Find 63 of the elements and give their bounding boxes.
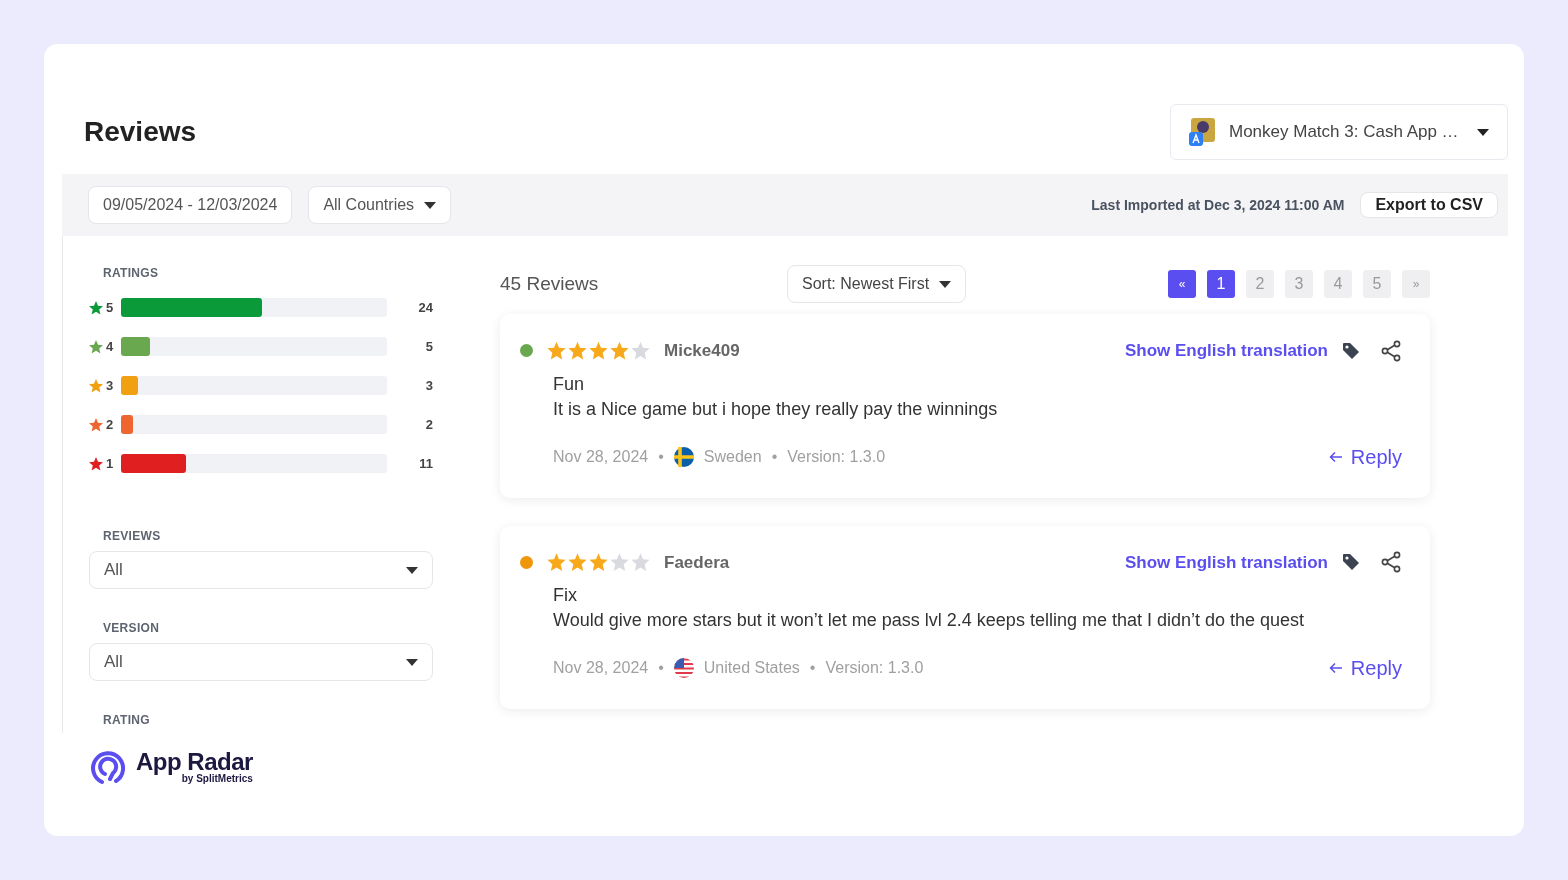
separator-dot: • <box>658 446 664 467</box>
caret-icon <box>406 566 418 574</box>
brand-name: App Radar <box>136 750 253 774</box>
rating-count: 24 <box>417 298 433 317</box>
review-title: Fix <box>553 584 578 607</box>
export-csv-button[interactable]: Export to CSV <box>1360 192 1498 218</box>
caret-icon <box>406 658 418 666</box>
tag-icon <box>1342 553 1360 572</box>
caret-icon <box>1477 128 1489 136</box>
country-dropdown[interactable]: All Countries <box>308 186 452 224</box>
app-icon <box>1189 118 1215 146</box>
rating-count: 5 <box>424 337 433 356</box>
flag-icon <box>673 658 694 678</box>
filter-label: REVIEWS <box>102 528 162 545</box>
filter-dropdown[interactable]: All <box>89 551 433 589</box>
arrow-left-icon <box>1328 450 1343 463</box>
sort-dropdown[interactable]: Sort: Newest First <box>787 265 967 303</box>
app-version: Version: 1.3.0 <box>825 658 924 678</box>
separator-dot: • <box>658 658 664 678</box>
brand-byline: by SplitMetrics <box>181 774 253 784</box>
date-range-field[interactable]: 09/05/2024 - 12/03/2024 <box>88 186 293 224</box>
section-label: RATINGS <box>102 265 160 282</box>
rating-label: 1 <box>106 454 114 473</box>
filter-label: RATING <box>102 712 151 729</box>
review-country: Sweden <box>703 446 762 467</box>
arrow-left-icon <box>1328 662 1343 674</box>
rating-label: 2 <box>106 415 114 434</box>
filter-label: VERSION <box>102 620 161 637</box>
flag-icon <box>673 446 694 467</box>
review-text: Would give more stars but it won’t let me pass lvl 2.4 keeps telling me that I didn’t do the quest <box>553 609 1306 632</box>
page-title: Reviews <box>84 115 197 149</box>
rating-count: 11 <box>418 454 433 473</box>
translation-link[interactable]: Show English translation <box>1124 549 1328 575</box>
rating-count: 2 <box>424 415 433 434</box>
page-nav-button[interactable]: « <box>1168 270 1196 298</box>
rating-label: 4 <box>106 337 114 356</box>
separator-dot: • <box>809 658 816 678</box>
reviewer-name: Micke409 <box>664 340 740 362</box>
app-selector[interactable]: Monkey Match 3: Cash App … <box>1170 104 1508 160</box>
tag-icon <box>1342 341 1360 360</box>
rating-label: 5 <box>106 298 114 317</box>
page-button[interactable]: 1 <box>1207 270 1235 298</box>
caret-icon <box>939 280 952 288</box>
review-date: Nov 28, 2024 <box>553 446 649 467</box>
last-imported-text: Last Imported at Dec 3, 2024 11:00 AM <box>1091 195 1345 215</box>
reply-link[interactable]: Reply <box>1328 441 1402 472</box>
review-country: United States <box>703 658 800 678</box>
rating-count: 3 <box>424 376 433 395</box>
caret-icon <box>424 201 437 209</box>
reviewer-name: Faedera <box>664 551 730 574</box>
filter-dropdown[interactable]: All <box>89 643 433 681</box>
reply-link[interactable]: Reply <box>1328 653 1402 683</box>
share-icon[interactable] <box>1380 551 1402 574</box>
share-icon[interactable] <box>1380 339 1402 362</box>
review-date: Nov 28, 2024 <box>553 658 649 678</box>
review-text: It is a Nice game but i hope they really pay the winnings <box>553 397 999 421</box>
review-title: Fun <box>553 372 586 396</box>
translation-link[interactable]: Show English translation <box>1124 338 1328 364</box>
reviews-count: 45 Reviews <box>500 271 600 296</box>
rating-label: 3 <box>106 376 114 395</box>
radar-logo-icon <box>90 749 126 785</box>
separator-dot: • <box>771 446 778 467</box>
app-version: Version: 1.3.0 <box>787 446 886 467</box>
